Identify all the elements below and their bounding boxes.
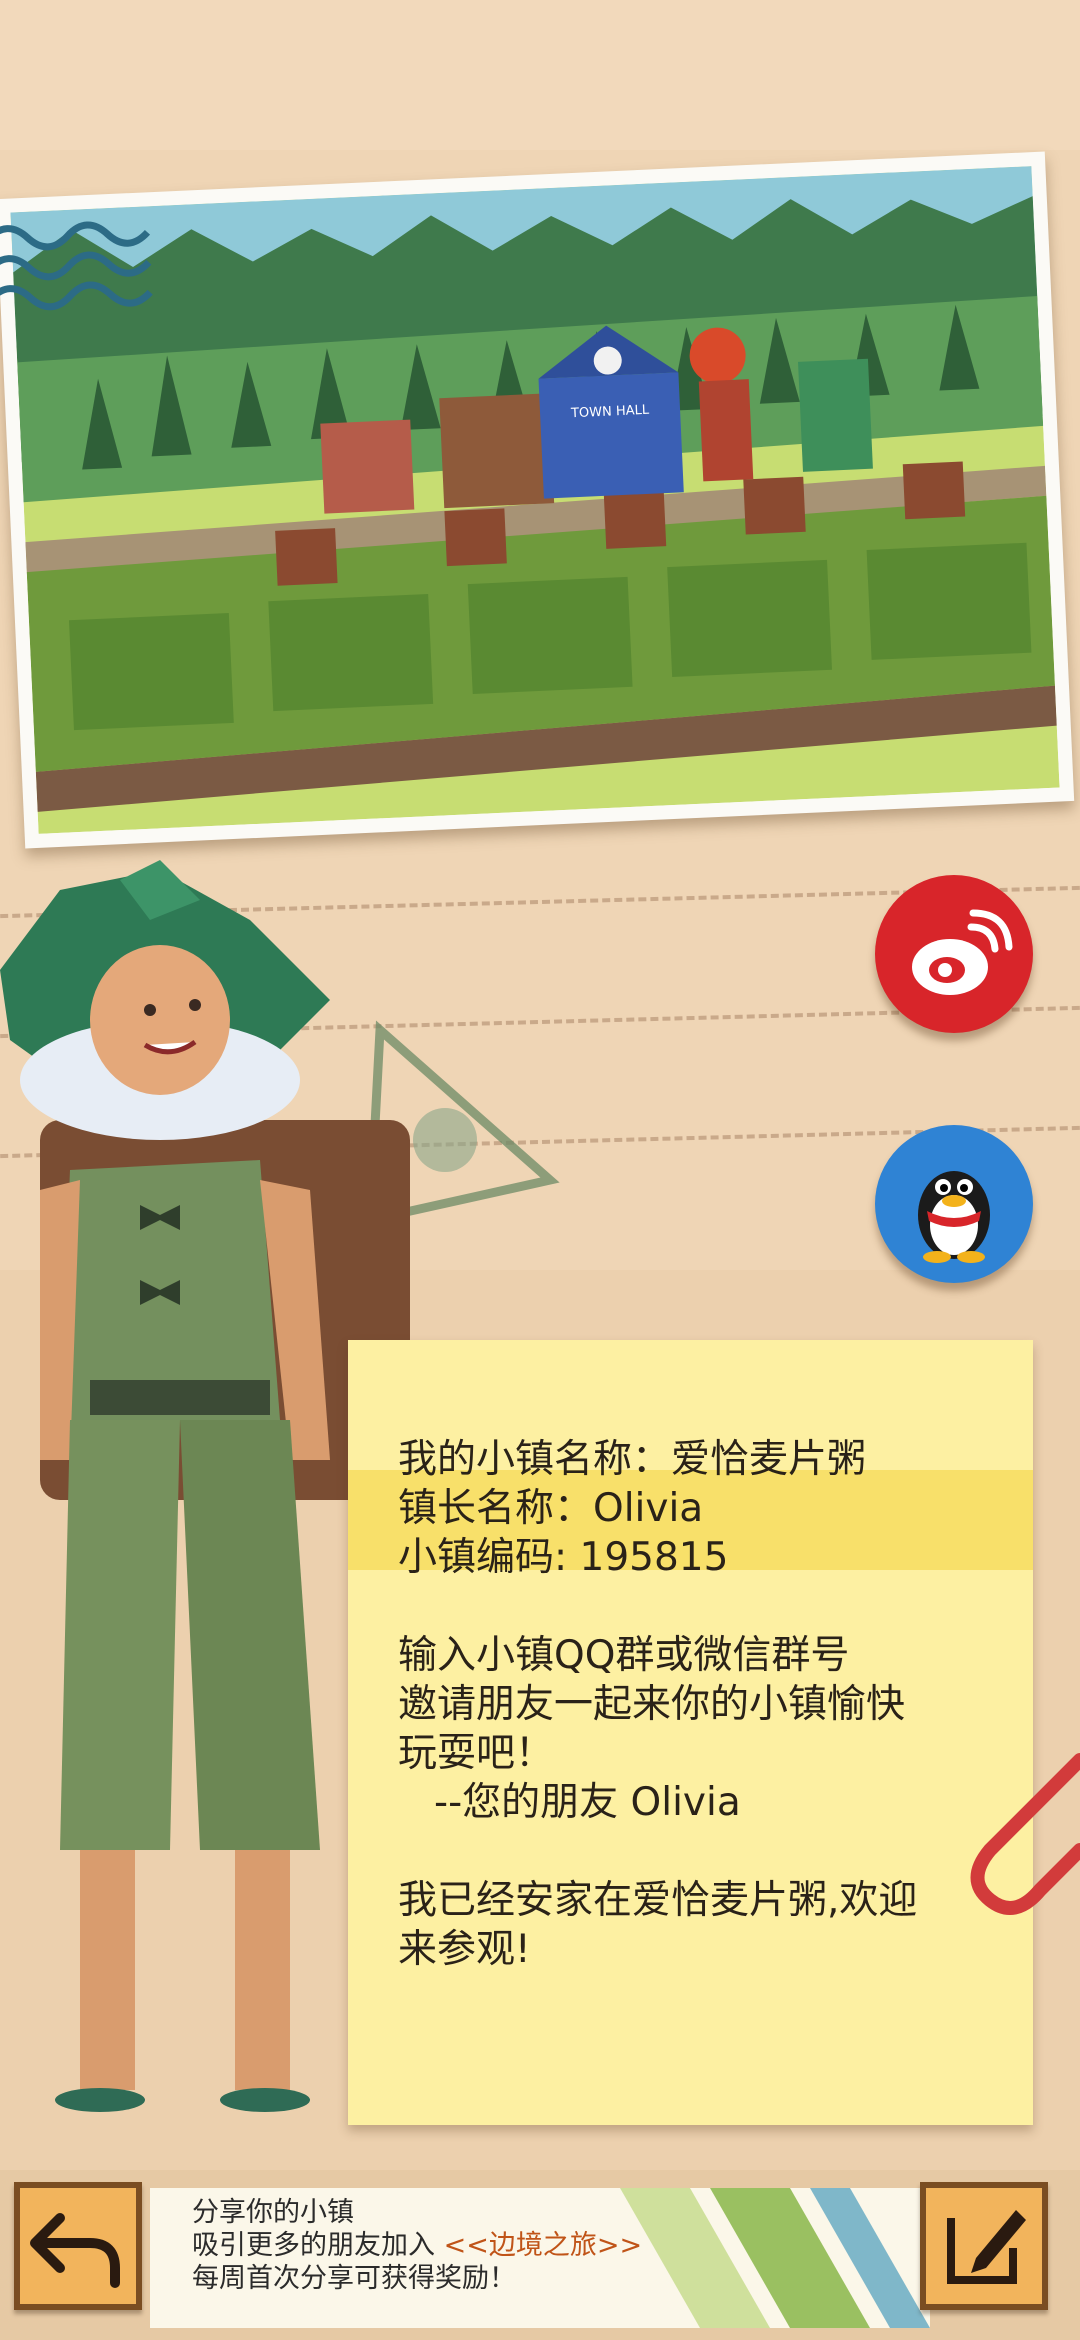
shop-building: [798, 358, 873, 472]
background-band-1: [0, 0, 1080, 150]
weibo-icon: [912, 909, 1013, 995]
paper-clip-icon: [970, 1753, 1080, 1915]
back-arrow-icon: [30, 2213, 120, 2288]
banner-line2: 吸引更多的朋友加入 <<边境之旅>>: [192, 2229, 642, 2262]
invite-line: 邀请朋友一起来你的小镇愉快: [398, 1682, 906, 1727]
invite-line: 玩耍吧！: [398, 1731, 555, 1776]
town-code-line: 小镇编码: 195815: [398, 1535, 729, 1580]
share-banner: 分享你的小镇 吸引更多的朋友加入 <<边境之旅>> 每周首次分享可获得奖励！: [150, 2188, 930, 2328]
banner-line2-prefix: 吸引更多的朋友加入: [192, 2230, 444, 2261]
back-button[interactable]: [14, 2182, 142, 2310]
postmark-waves: [0, 221, 153, 311]
town-name-line: 我的小镇名称：爱恰麦片粥: [398, 1437, 867, 1482]
mayor-name-line: 镇长名称：Olivia: [398, 1486, 704, 1531]
qq-penguin-icon: [918, 1171, 990, 1263]
share-weibo-button[interactable]: [875, 875, 1033, 1033]
edit-pen-icon: [947, 2210, 1026, 2284]
saloon-building: [320, 419, 415, 514]
barn-building: [439, 393, 555, 509]
edit-button[interactable]: [920, 2182, 1048, 2310]
signature-line: --您的朋友 Olivia: [434, 1780, 741, 1825]
invite-line: 输入小镇QQ群或微信群号: [398, 1633, 850, 1678]
banner-game-name: <<边境之旅>>: [443, 2230, 643, 2261]
banner-line1: 分享你的小镇: [192, 2197, 354, 2228]
banner-line3: 每周首次分享可获得奖励！: [192, 2263, 516, 2294]
welcome-line: 我已经安家在爱恰麦片粥,欢迎: [398, 1878, 918, 1923]
town-info-note: 我的小镇名称：爱恰麦片粥 镇长名称：Olivia 小镇编码: 195815 输入…: [348, 1340, 1033, 2125]
share-qq-button[interactable]: [875, 1125, 1033, 1283]
town-photo: TOWN HALL: [0, 151, 1075, 849]
welcome-line: 来参观!: [398, 1927, 531, 1972]
